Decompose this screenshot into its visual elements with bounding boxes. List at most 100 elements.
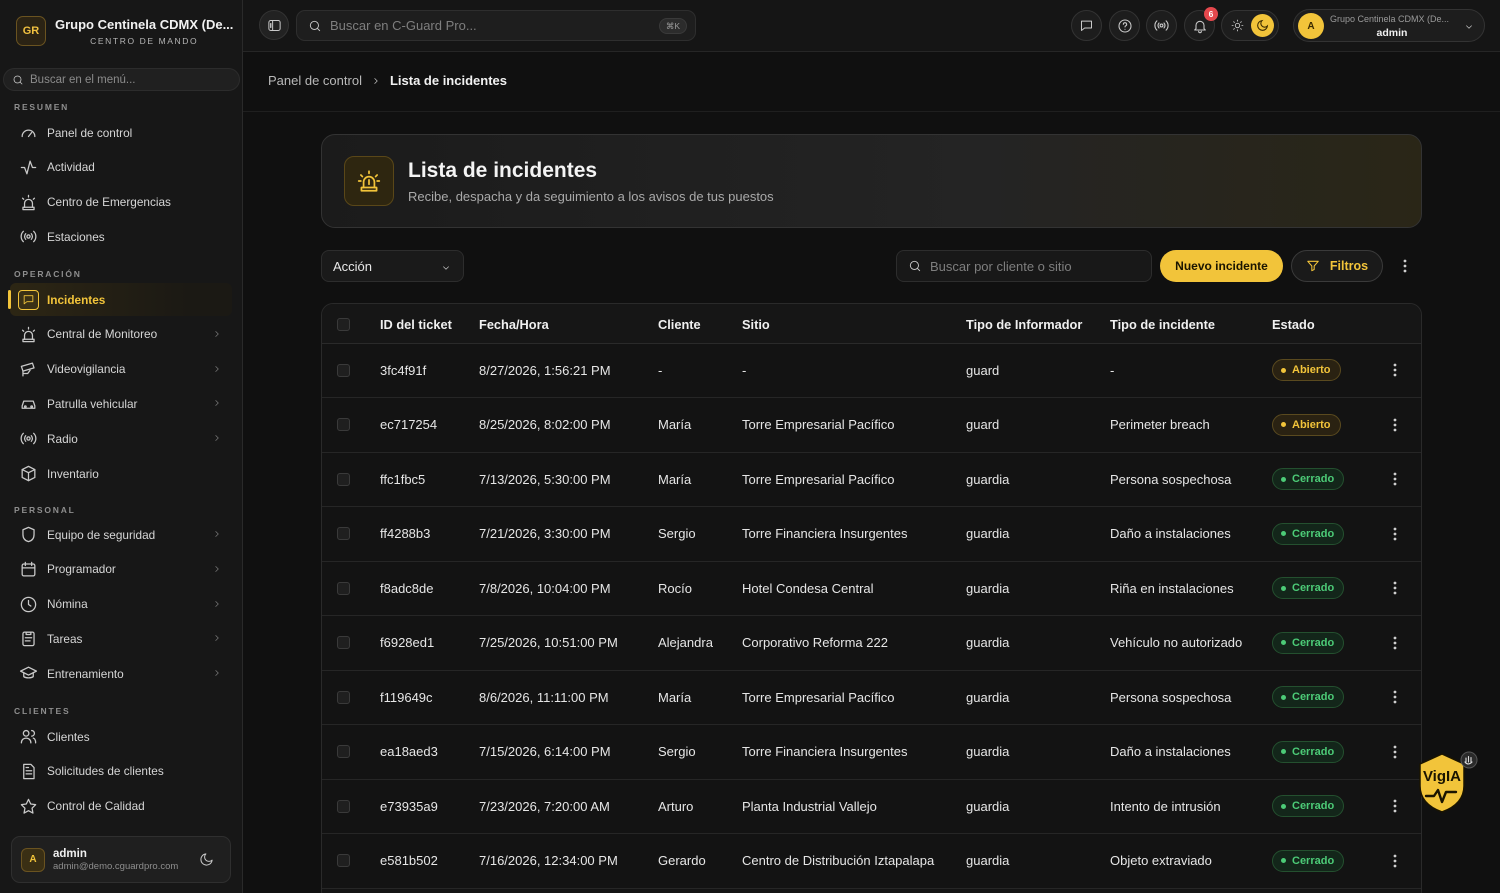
cell-reporter-type: guardia <box>966 452 1110 507</box>
table-row[interactable]: e581b502 7/16/2026, 12:34:00 PM Gerardo Cen… <box>322 833 1421 889</box>
row-checkbox[interactable] <box>337 745 350 759</box>
chevron-right-icon <box>212 364 222 374</box>
status-badge: Cerrado <box>1272 631 1345 654</box>
row-checkbox[interactable] <box>337 854 350 868</box>
filters-button[interactable]: Filtros <box>1291 250 1383 282</box>
chevron-right-icon <box>212 599 222 609</box>
status-label: Cerrado <box>1292 527 1335 540</box>
row-checkbox[interactable] <box>337 581 350 595</box>
select-all-checkbox[interactable] <box>337 317 350 331</box>
sidebar-item-clientes[interactable]: Clientes <box>10 720 232 753</box>
column-header-reporter[interactable]: Tipo de Informador <box>966 304 1110 344</box>
sidebar-item-actividad[interactable]: Actividad <box>10 151 232 184</box>
row-actions-button[interactable] <box>1367 527 1421 541</box>
status-badge: Cerrado <box>1272 740 1345 763</box>
table-row[interactable]: ea18aed3 7/15/2026, 6:14:00 PM Sergio Torre… <box>322 724 1421 780</box>
cell-status: Cerrado <box>1272 506 1367 562</box>
sidebar-item-radio[interactable]: Radio <box>10 422 232 455</box>
breadcrumb-parent[interactable]: Panel de control <box>268 73 362 88</box>
broadcast-button[interactable] <box>1146 10 1177 41</box>
cell-datetime: 7/21/2026, 3:30:00 PM <box>479 506 658 562</box>
table-row[interactable]: e73935a9 7/23/2026, 7:20:00 AM Arturo Plant… <box>322 779 1421 834</box>
sidebar-item-inventario[interactable]: Inventario <box>10 457 232 490</box>
sidebar-item-centro-de-emergencias[interactable]: Centro de Emergencias <box>10 186 232 219</box>
column-header-id[interactable]: ID del ticket <box>380 304 479 344</box>
column-header-site[interactable]: Sitio <box>742 304 966 344</box>
table-row[interactable]: f6928ed1 7/25/2026, 10:51:00 PM Alejandra C… <box>322 615 1421 671</box>
table-row[interactable]: 3fc4f91f 8/27/2026, 1:56:21 PM - - guard - Abi… <box>322 343 1421 398</box>
status-badge: Cerrado <box>1272 577 1345 600</box>
row-actions-button[interactable] <box>1367 636 1421 650</box>
table-row[interactable]: f8adc8de 7/8/2026, 10:04:00 PM Rocío Hotel … <box>322 561 1421 616</box>
moon-icon[interactable] <box>199 852 214 867</box>
row-actions-button[interactable] <box>1367 363 1421 377</box>
filter-icon <box>1307 260 1319 272</box>
row-actions-button[interactable] <box>1367 472 1421 486</box>
user-card[interactable]: A admin admin@demo.cguardpro.com <box>11 836 231 883</box>
row-checkbox[interactable] <box>337 472 350 486</box>
theme-toggle[interactable] <box>1221 10 1279 41</box>
section-title: OPERACIÓN <box>14 269 82 279</box>
row-checkbox[interactable] <box>337 418 350 432</box>
org-header[interactable]: GR Grupo Centinela CDMX (De... CENTRO DE… <box>16 16 233 46</box>
sidebar-item-nomina[interactable]: Nómina <box>10 588 232 621</box>
sidebar-item-incidentes[interactable]: Incidentes <box>8 283 232 316</box>
sidebar-item-control-de-calidad[interactable]: Control de Calidad <box>10 790 232 823</box>
cell-reporter-type: guardia <box>966 615 1110 671</box>
table-row[interactable]: f119649c 8/6/2026, 11:11:00 PM María Torre … <box>322 670 1421 725</box>
shortcut-hint: ⌘K <box>658 18 687 34</box>
table-row[interactable]: ec717254 8/25/2026, 8:02:00 PM María Torre … <box>322 397 1421 453</box>
row-select-cell <box>322 833 380 889</box>
row-checkbox[interactable] <box>337 799 350 813</box>
table-row[interactable]: ff4288b3 7/21/2026, 3:30:00 PM Sergio Torre… <box>322 506 1421 562</box>
cell-status: Cerrado <box>1272 615 1367 671</box>
messages-button[interactable] <box>1071 10 1102 41</box>
row-checkbox[interactable] <box>337 527 350 541</box>
sidebar-item-estaciones[interactable]: Estaciones <box>10 220 232 253</box>
table-row[interactable]: ffc1fbc5 7/13/2026, 5:30:00 PM María Torre … <box>322 452 1421 507</box>
cell-ticket-id: 3fc4f91f <box>380 343 479 398</box>
sidebar-item-panel-de-control[interactable]: Panel de control <box>10 116 232 149</box>
notifications-button[interactable]: 6 <box>1184 7 1218 41</box>
org-subtitle: CENTRO DE MANDO <box>90 35 199 46</box>
chevron-right-icon <box>212 668 222 678</box>
column-header-datetime[interactable]: Fecha/Hora <box>479 304 658 344</box>
action-select[interactable]: Acción <box>321 250 464 282</box>
row-actions-button[interactable] <box>1367 581 1421 595</box>
sidebar-toggle-button[interactable] <box>259 10 289 40</box>
row-checkbox[interactable] <box>337 636 350 650</box>
cell-ticket-id: ec717254 <box>380 397 479 453</box>
new-incident-button[interactable]: Nuevo incidente <box>1160 250 1283 282</box>
column-header-client[interactable]: Cliente <box>658 304 742 344</box>
row-checkbox[interactable] <box>337 690 350 704</box>
sidebar-item-tareas[interactable]: Tareas <box>10 622 232 655</box>
sidebar-item-videovigilancia[interactable]: Videovigilancia <box>10 353 232 386</box>
status-label: Cerrado <box>1292 582 1335 595</box>
sidebar-item-programador[interactable]: Programador <box>10 553 232 586</box>
cell-reporter-type: guardia <box>966 833 1110 889</box>
column-header-type[interactable]: Tipo de incidente <box>1110 304 1272 344</box>
more-options-button[interactable] <box>1396 256 1414 276</box>
sidebar-item-solicitudes-de-clientes[interactable]: Solicitudes de clientes <box>10 755 232 788</box>
row-actions-button[interactable] <box>1367 690 1421 704</box>
sidebar-item-central-de-monitoreo[interactable]: Central de Monitoreo <box>10 318 232 351</box>
menu-search-input[interactable]: Buscar en el menú... <box>3 68 240 91</box>
help-button[interactable] <box>1109 10 1140 41</box>
column-header-status[interactable]: Estado <box>1272 304 1367 344</box>
client-search-input[interactable]: Buscar por cliente o sitio <box>896 250 1152 282</box>
row-actions-button[interactable] <box>1367 418 1421 432</box>
row-select-cell <box>322 615 380 671</box>
cell-reporter-type: guardia <box>966 670 1110 725</box>
vigia-assistant-button[interactable]: VigIA <box>1414 750 1478 816</box>
cell-actions <box>1367 452 1421 507</box>
cell-incident-type: Daño a instalaciones <box>1110 724 1272 780</box>
row-checkbox[interactable] <box>337 363 350 377</box>
global-search-input[interactable]: Buscar en C-Guard Pro... ⌘K <box>296 10 696 41</box>
cell-site: - <box>742 343 966 398</box>
sidebar-item-entrenamiento[interactable]: Entrenamiento <box>10 657 232 690</box>
sidebar-item-equipo-de-seguridad[interactable]: Equipo de seguridad <box>10 518 232 551</box>
cell-client: - <box>658 343 742 398</box>
sidebar-item-patrulla-vehicular[interactable]: Patrulla vehicular <box>10 387 232 420</box>
row-actions-button[interactable] <box>1367 854 1421 868</box>
org-switcher[interactable]: A Grupo Centinela CDMX (De... admin <box>1293 9 1485 42</box>
